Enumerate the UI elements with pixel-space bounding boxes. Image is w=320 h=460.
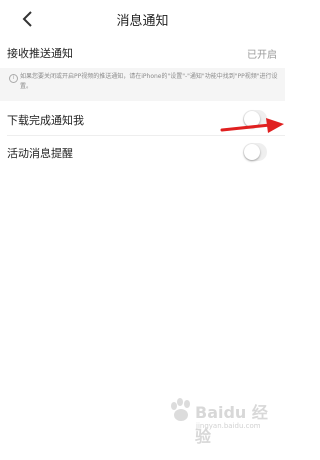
activity-reminder-label: 活动消息提醒 [7, 147, 73, 160]
baidu-watermark: Baidu 经验 jingyan.baidu.com [168, 398, 278, 446]
push-notification-label: 接收推送通知 [7, 47, 73, 60]
notice-text: 如果您要关闭或开启PP视频的推送通知，请在iPhone的"设置"-"通知"功能中… [20, 73, 278, 90]
activity-reminder-row: 活动消息提醒 [0, 137, 285, 168]
red-arrow-icon [220, 118, 284, 133]
download-complete-label: 下载完成通知我 [7, 114, 84, 127]
nav-bar: 消息通知 [0, 0, 285, 38]
push-notification-row[interactable]: 接收推送通知 已开启 [0, 38, 285, 68]
settings-notice: i 如果您要关闭或开启PP视频的推送通知，请在iPhone的"设置"-"通知"功… [0, 68, 285, 101]
toggle-knob [244, 144, 260, 160]
paw-icon [171, 398, 190, 421]
watermark-subtext: jingyan.baidu.com [196, 422, 261, 430]
page-title: 消息通知 [116, 14, 169, 29]
info-icon: i [9, 74, 18, 83]
push-notification-status: 已开启 [247, 50, 277, 61]
activity-reminder-toggle[interactable] [243, 143, 267, 161]
